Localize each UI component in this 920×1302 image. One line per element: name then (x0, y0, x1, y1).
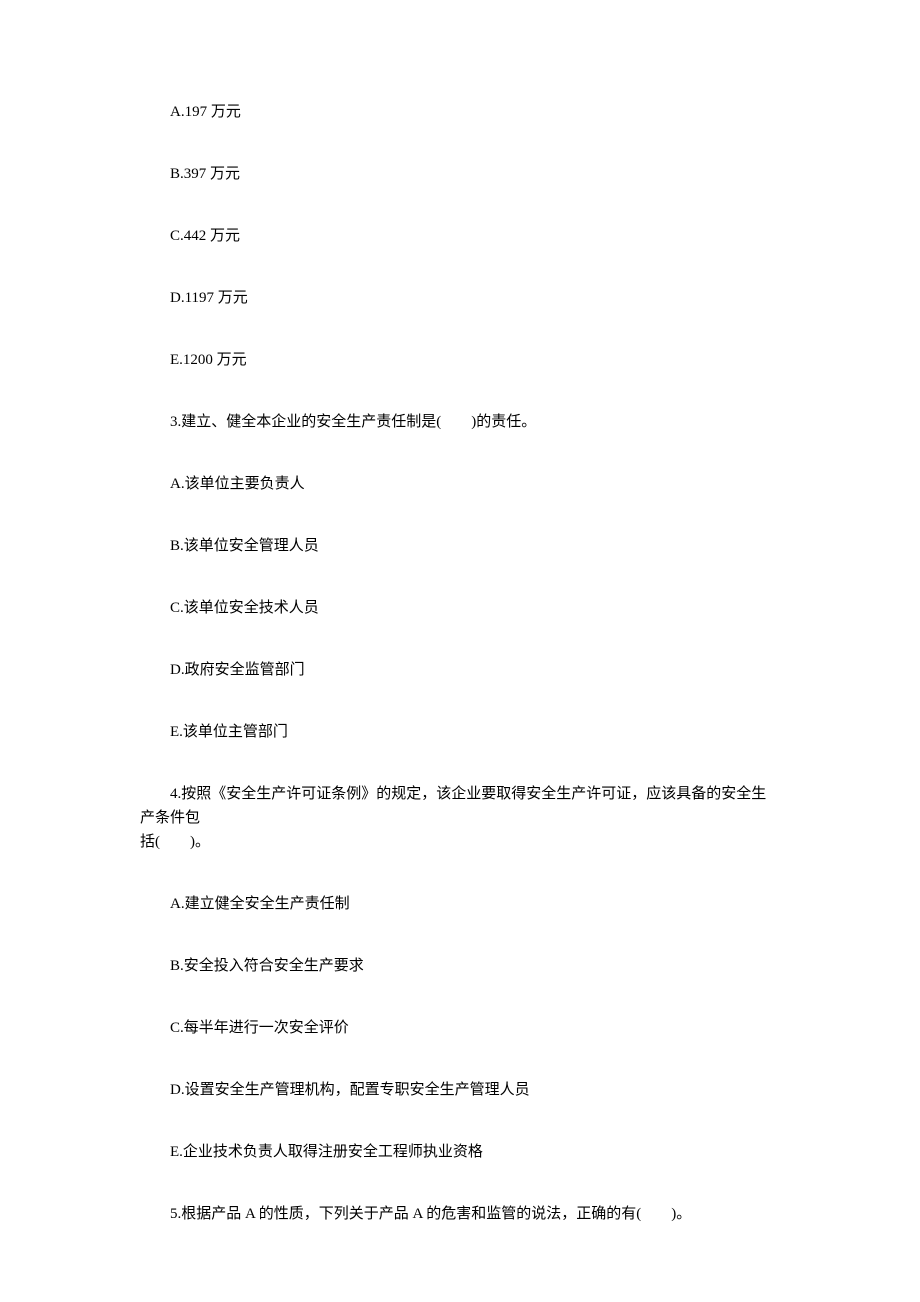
q4-option-d: D.设置安全生产管理机构，配置专职安全生产管理人员 (140, 1078, 780, 1102)
q3-option-d: D.政府安全监管部门 (140, 658, 780, 682)
q3-option-c: C.该单位安全技术人员 (140, 596, 780, 620)
q2-option-e: E.1200 万元 (140, 348, 780, 372)
q4-stem-line1: 4.按照《安全生产许可证条例》的规定，该企业要取得安全生产许可证，应该具备的安全… (140, 782, 780, 830)
q3-option-a: A.该单位主要负责人 (140, 472, 780, 496)
q5-stem: 5.根据产品 A 的性质，下列关于产品 A 的危害和监管的说法，正确的有( )。 (140, 1202, 780, 1226)
q3-option-b: B.该单位安全管理人员 (140, 534, 780, 558)
q4-stem: 4.按照《安全生产许可证条例》的规定，该企业要取得安全生产许可证，应该具备的安全… (140, 782, 780, 854)
q2-option-a: A.197 万元 (140, 100, 780, 124)
q2-option-d: D.1197 万元 (140, 286, 780, 310)
q4-stem-line2: 括( )。 (140, 830, 780, 854)
q3-stem: 3.建立、健全本企业的安全生产责任制是( )的责任。 (140, 410, 780, 434)
q4-option-b: B.安全投入符合安全生产要求 (140, 954, 780, 978)
q2-option-b: B.397 万元 (140, 162, 780, 186)
q2-option-c: C.442 万元 (140, 224, 780, 248)
q4-option-e: E.企业技术负责人取得注册安全工程师执业资格 (140, 1140, 780, 1164)
q4-option-c: C.每半年进行一次安全评价 (140, 1016, 780, 1040)
q4-option-a: A.建立健全安全生产责任制 (140, 892, 780, 916)
q3-option-e: E.该单位主管部门 (140, 720, 780, 744)
